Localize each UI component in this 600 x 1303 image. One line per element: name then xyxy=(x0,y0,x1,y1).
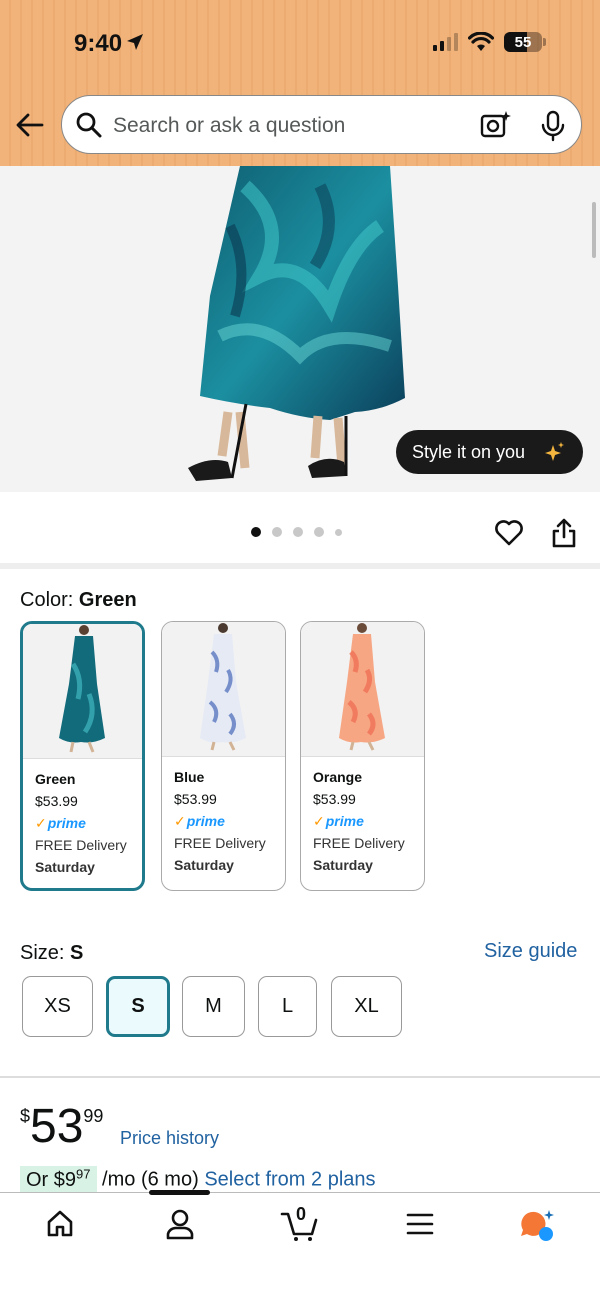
price-history-link[interactable]: Price history xyxy=(120,1128,219,1149)
camera-search-icon[interactable] xyxy=(479,109,511,141)
time-text: 9:40 xyxy=(74,30,123,57)
size-option-xl[interactable]: XL xyxy=(331,976,402,1037)
location-arrow-icon xyxy=(126,30,144,58)
carousel-dot[interactable] xyxy=(272,527,282,537)
selected-size: S xyxy=(70,942,84,964)
option-delivery: FREE Delivery xyxy=(174,835,266,851)
price-fraction: 99 xyxy=(83,1106,104,1126)
share-icon[interactable] xyxy=(551,517,577,549)
style-it-on-you-button[interactable]: Style it on you xyxy=(396,430,583,474)
section-divider xyxy=(0,1076,600,1078)
price-currency: $ xyxy=(20,1106,31,1126)
app-header: 9:40 55 Search or ask a question xyxy=(0,0,600,166)
option-name: Blue xyxy=(174,769,205,785)
option-delivery-day: Saturday xyxy=(174,857,234,873)
battery-icon: 55 xyxy=(504,32,546,52)
scroll-indicator xyxy=(592,202,596,258)
search-icon xyxy=(76,112,102,138)
option-price: $53.99 xyxy=(313,791,356,807)
size-option-s[interactable]: S xyxy=(106,976,170,1037)
option-price: $53.99 xyxy=(174,791,217,807)
size-guide-link[interactable]: Size guide xyxy=(484,940,577,963)
section-divider xyxy=(0,563,600,569)
sparkle-icon xyxy=(545,442,564,461)
size-option-xs[interactable]: XS xyxy=(22,976,93,1037)
menu-icon[interactable] xyxy=(406,1212,434,1236)
price-whole: 53 xyxy=(30,1100,84,1153)
size-option-l[interactable]: L xyxy=(258,976,317,1037)
option-delivery: FREE Delivery xyxy=(35,837,127,853)
status-time: 9:40 xyxy=(74,30,144,58)
monthly-term: /mo (6 mo) xyxy=(96,1168,199,1191)
carousel-dot[interactable] xyxy=(335,528,342,536)
account-icon[interactable] xyxy=(165,1208,195,1240)
selected-color: Green xyxy=(78,589,137,611)
select-plans-link[interactable]: Select from 2 plans xyxy=(204,1169,375,1191)
prime-badge: ✓prime xyxy=(174,813,225,829)
microphone-icon[interactable] xyxy=(540,110,566,142)
style-button-label: Style it on you xyxy=(412,441,526,462)
carousel-dot[interactable] xyxy=(293,527,303,537)
active-tab-indicator xyxy=(149,1190,210,1195)
green-dress-thumbnail xyxy=(23,624,142,759)
wifi-icon xyxy=(468,32,494,51)
color-option-blue[interactable]: Blue $53.99 ✓prime FREE Delivery Saturda… xyxy=(161,621,286,891)
image-carousel-dots[interactable] xyxy=(251,527,342,537)
prime-badge: ✓prime xyxy=(35,815,86,831)
option-name: Green xyxy=(35,771,76,787)
size-option-m[interactable]: M xyxy=(182,976,245,1037)
blue-dress-thumbnail xyxy=(162,622,285,757)
back-arrow-icon[interactable] xyxy=(14,110,46,140)
orange-dress-thumbnail xyxy=(301,622,424,757)
monthly-price-badge: Or $997 xyxy=(20,1166,97,1194)
carousel-dot[interactable] xyxy=(251,527,261,537)
size-label: Size: S xyxy=(20,942,84,964)
option-delivery-day: Saturday xyxy=(35,859,95,875)
cart-count: 0 xyxy=(296,1204,307,1224)
option-delivery-day: Saturday xyxy=(313,857,373,873)
rufus-assistant-icon[interactable] xyxy=(519,1208,557,1242)
color-option-orange[interactable]: Orange $53.99 ✓prime FREE Delivery Satur… xyxy=(300,621,425,891)
signal-icon xyxy=(433,33,458,51)
option-delivery: FREE Delivery xyxy=(313,835,405,851)
search-bar[interactable]: Search or ask a question xyxy=(61,95,582,154)
battery-level: 55 xyxy=(514,33,532,51)
product-price: $ 53 99 xyxy=(20,1100,103,1154)
search-input[interactable]: Search or ask a question xyxy=(113,114,345,138)
option-price: $53.99 xyxy=(35,793,78,809)
status-indicators: 55 xyxy=(433,32,546,52)
color-label: Color: Green xyxy=(20,589,137,611)
option-name: Orange xyxy=(313,769,363,785)
color-option-green[interactable]: Green $53.99 ✓prime FREE Delivery Saturd… xyxy=(20,621,145,891)
prime-badge: ✓prime xyxy=(313,813,364,829)
carousel-dot[interactable] xyxy=(314,527,324,537)
home-icon[interactable] xyxy=(45,1208,75,1238)
heart-icon[interactable] xyxy=(494,517,524,547)
